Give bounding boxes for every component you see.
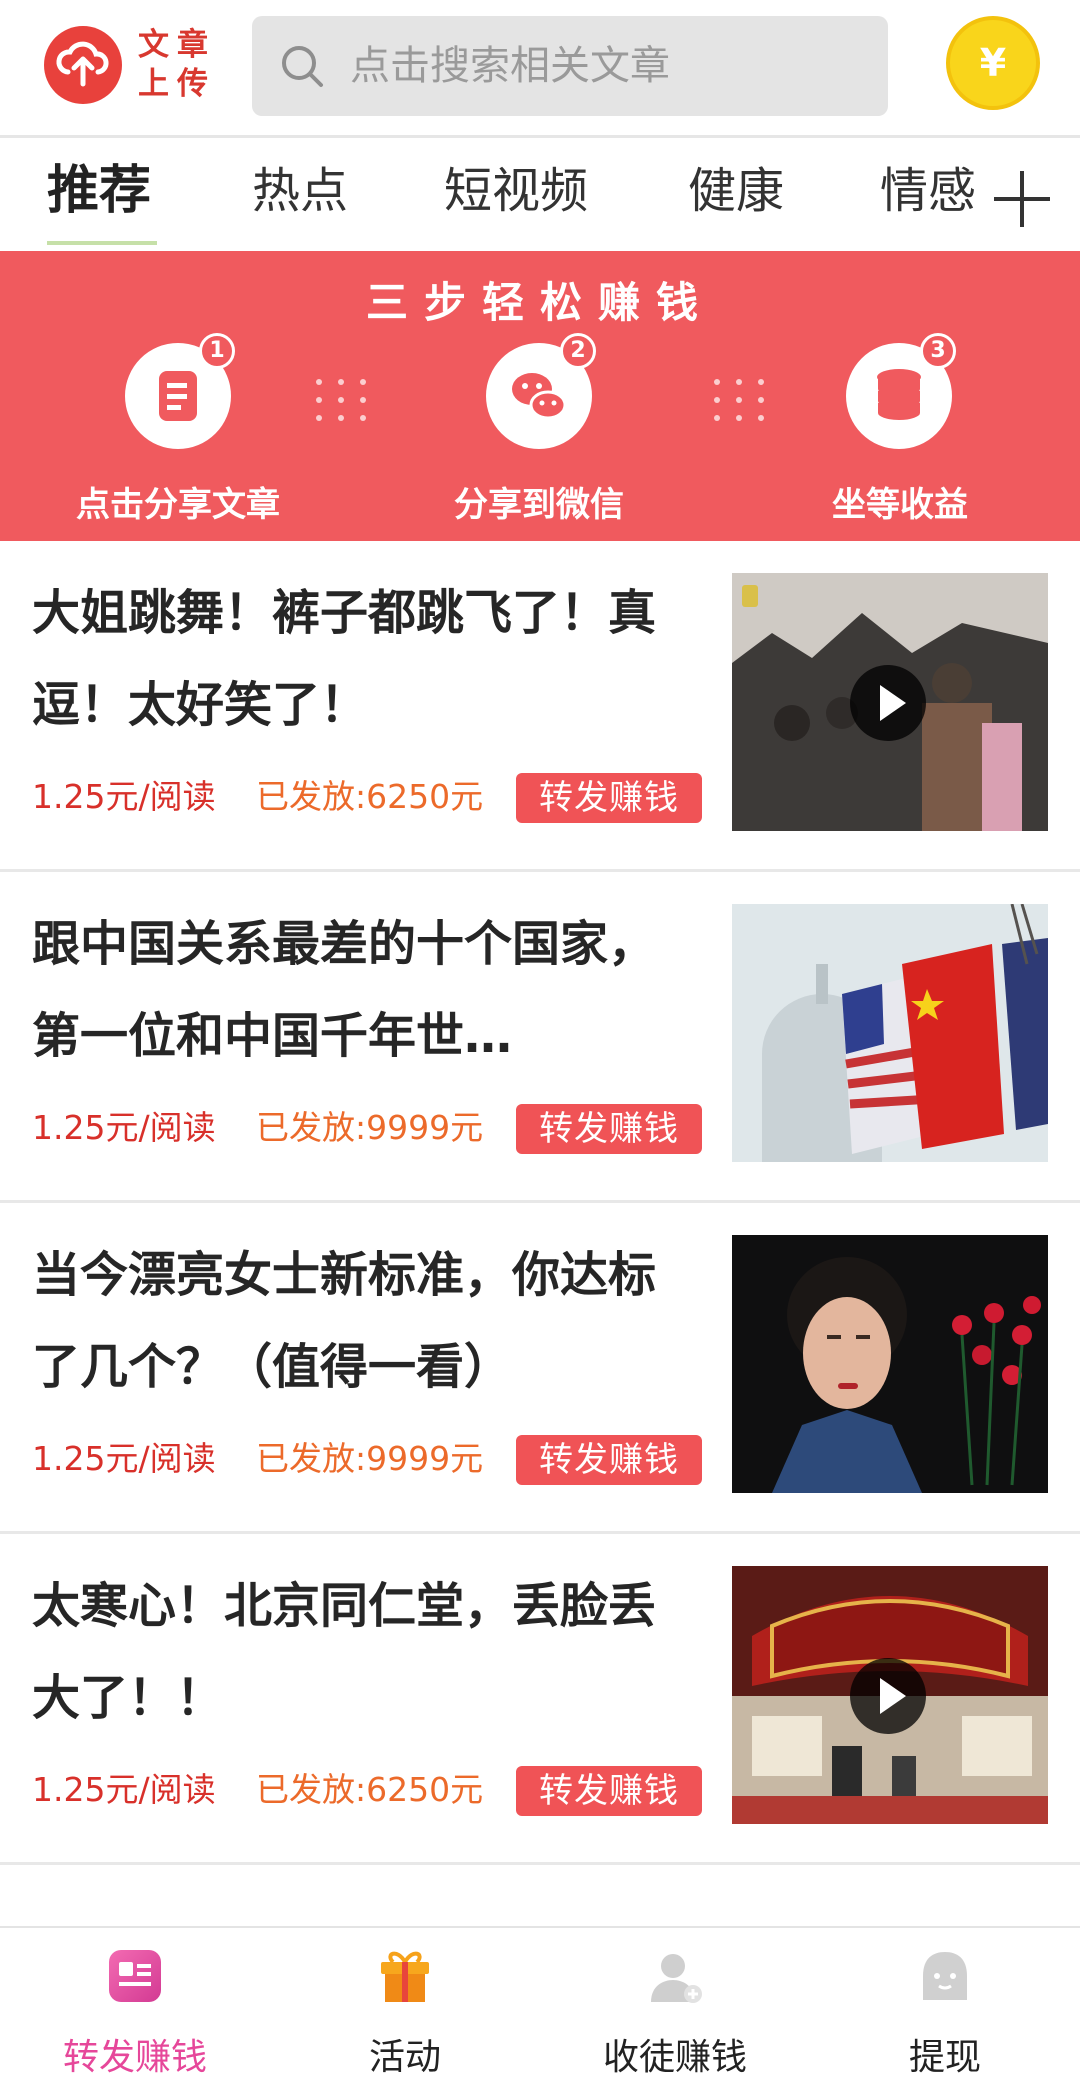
article-meta: 1.25元/阅读 已发放:6250元 <box>32 1764 483 1816</box>
coin-icon[interactable]: ¥ <box>946 16 1040 110</box>
tab-short-video[interactable]: 短视频 <box>444 161 588 221</box>
nav-recruit-earn[interactable]: 收徒赚钱 <box>540 1928 810 2082</box>
step-label: 点击分享文章 <box>76 485 280 525</box>
nav-label: 提现 <box>908 2037 981 2078</box>
price-per-read: 1.25元/阅读 <box>32 1439 216 1478</box>
tab-recommend[interactable]: 推荐 <box>47 161 151 221</box>
play-icon[interactable] <box>850 665 926 741</box>
category-tabs: 推荐 热点 短视频 健康 情感 <box>0 141 1080 251</box>
tab-health[interactable]: 健康 <box>688 161 784 221</box>
nav-activity[interactable]: 活动 <box>270 1928 540 2082</box>
article-item[interactable]: 当今漂亮女士新标准，你达标了几个？（值得一看） 1.25元/阅读 已发放:999… <box>0 1203 1080 1534</box>
article-item[interactable]: 大姐跳舞！裤子都跳飞了！真逗！太好笑了！ 1.25元/阅读 已发放:6250元 … <box>0 541 1080 872</box>
earn-steps-banner[interactable]: 三步轻松赚钱 1 点击分享文章 2 分享到微信 3 坐等收益 <box>0 251 1080 541</box>
step-number: 3 <box>920 333 956 369</box>
active-tab-indicator <box>47 241 157 245</box>
article-title[interactable]: 太寒心！北京同仁堂，丢脸丢大了！！ <box>32 1560 692 1744</box>
upload-cloud-icon <box>44 26 122 104</box>
step-label: 分享到微信 <box>454 485 624 525</box>
search-placeholder: 点击搜索相关文章 <box>350 43 670 89</box>
play-icon[interactable] <box>850 1658 926 1734</box>
share-earn-icon <box>109 1950 161 2002</box>
logo-text: 文章上传 <box>138 27 216 102</box>
add-user-icon <box>651 1954 702 2003</box>
search-input[interactable]: 点击搜索相关文章 <box>252 16 888 116</box>
paid-amount: 已发放:6250元 <box>256 777 484 816</box>
article-meta: 1.25元/阅读 已发放:9999元 <box>32 1102 483 1154</box>
step-earn: 3 <box>846 333 956 449</box>
tab-emotion[interactable]: 情感 <box>880 161 976 221</box>
share-earn-button[interactable]: 转发赚钱 <box>516 1766 702 1816</box>
step-share-wechat: 2 <box>486 333 596 449</box>
add-tab-icon[interactable] <box>994 171 1050 227</box>
price-per-read: 1.25元/阅读 <box>32 1108 216 1147</box>
nav-share-earn[interactable]: 转发赚钱 <box>0 1928 270 2082</box>
search-icon <box>282 46 323 87</box>
paid-amount: 已发放:9999元 <box>256 1108 484 1147</box>
article-meta: 1.25元/阅读 已发放:9999元 <box>32 1433 483 1485</box>
step-connector-dots <box>316 379 372 423</box>
step-connector-dots <box>714 379 770 423</box>
upload-article-logo[interactable]: 文章上传 <box>40 22 220 108</box>
share-earn-button[interactable]: 转发赚钱 <box>516 773 702 823</box>
paid-amount: 已发放:9999元 <box>256 1439 484 1478</box>
article-thumbnail[interactable] <box>732 1235 1048 1493</box>
article-thumbnail[interactable] <box>732 573 1048 831</box>
coin-symbol: ¥ <box>979 41 1007 85</box>
price-per-read: 1.25元/阅读 <box>32 777 216 816</box>
article-title[interactable]: 跟中国关系最差的十个国家，第一位和中国千年世… <box>32 898 692 1082</box>
article-item[interactable]: 太寒心！北京同仁堂，丢脸丢大了！！ 1.25元/阅读 已发放:6250元 转发赚… <box>0 1534 1080 1865</box>
article-thumbnail[interactable] <box>732 1566 1048 1824</box>
share-earn-button[interactable]: 转发赚钱 <box>516 1104 702 1154</box>
article-title[interactable]: 大姐跳舞！裤子都跳飞了！真逗！太好笑了！ <box>32 567 692 751</box>
step-number: 2 <box>560 333 596 369</box>
paid-amount: 已发放:6250元 <box>256 1770 484 1809</box>
nav-withdraw[interactable]: 提现 <box>810 1928 1080 2082</box>
price-per-read: 1.25元/阅读 <box>32 1770 216 1809</box>
article-item-partial[interactable] <box>0 1866 1080 1926</box>
article-thumbnail[interactable] <box>732 904 1048 1162</box>
article-item[interactable]: 跟中国关系最差的十个国家，第一位和中国千年世… 1.25元/阅读 已发放:999… <box>0 872 1080 1203</box>
nav-label: 转发赚钱 <box>62 2037 207 2078</box>
step-number: 1 <box>199 333 235 369</box>
bottom-nav: 转发赚钱 活动 收徒赚钱 提现 <box>0 1926 1080 2082</box>
article-meta: 1.25元/阅读 已发放:6250元 <box>32 771 483 823</box>
banner-title: 三步轻松赚钱 <box>365 278 714 327</box>
nav-label: 收徒赚钱 <box>602 2037 747 2078</box>
tab-hot[interactable]: 热点 <box>252 161 348 221</box>
nav-label: 活动 <box>368 2037 441 2078</box>
article-title[interactable]: 当今漂亮女士新标准，你达标了几个？（值得一看） <box>32 1229 692 1413</box>
share-earn-button[interactable]: 转发赚钱 <box>516 1435 702 1485</box>
app-header: 文章上传 点击搜索相关文章 ¥ <box>0 0 1080 138</box>
step-label: 坐等收益 <box>832 485 968 525</box>
step-share-article: 1 <box>125 333 235 449</box>
withdraw-icon <box>923 1952 967 2000</box>
gift-icon <box>381 1951 429 2002</box>
